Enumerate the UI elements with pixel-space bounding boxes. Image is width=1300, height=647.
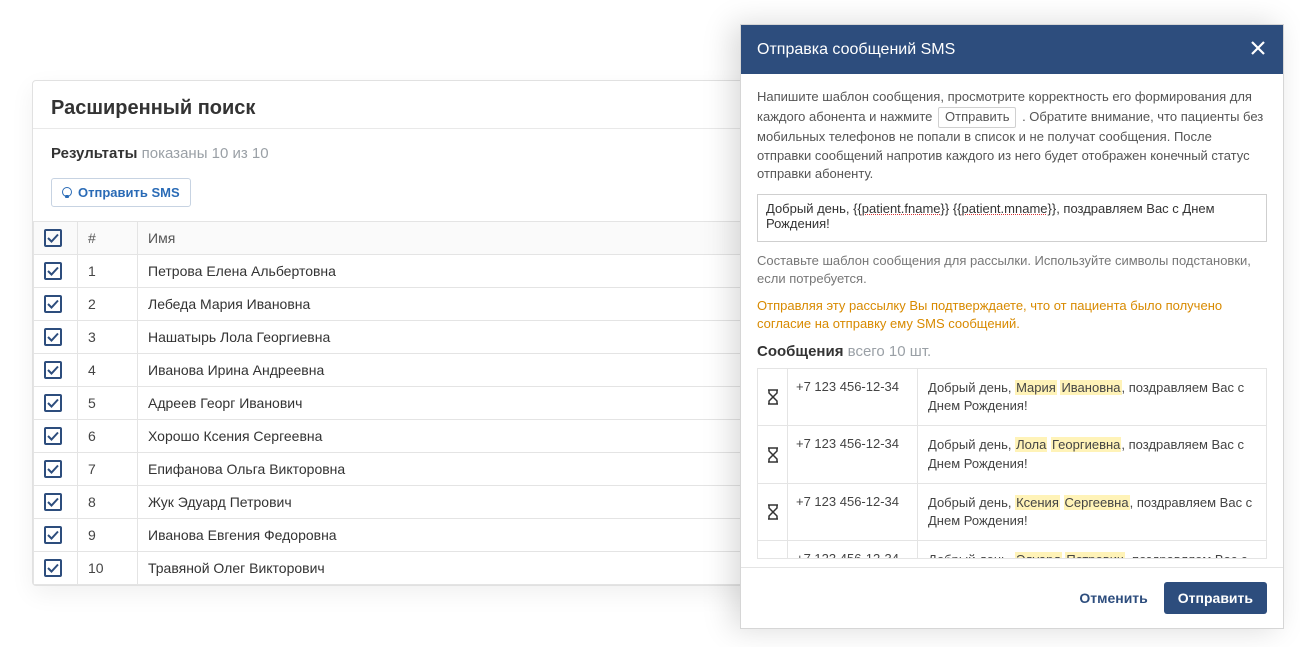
hourglass-icon (758, 484, 788, 540)
hourglass-icon (758, 369, 788, 425)
row-checkbox[interactable] (44, 394, 62, 412)
inline-send-chip: Отправить (938, 107, 1016, 128)
row-number: 3 (78, 321, 138, 354)
close-icon[interactable] (1249, 39, 1267, 60)
send-sms-label: Отправить SMS (78, 185, 180, 200)
messages-count: всего 10 шт. (848, 343, 932, 360)
row-number: 6 (78, 420, 138, 453)
messages-label: Сообщения (757, 343, 843, 360)
template-hint: Составьте шаблон сообщения для рассылки.… (757, 252, 1267, 288)
message-row: +7 123 456-12-34 Добрый день, Эдуард Пет… (758, 541, 1266, 559)
messages-list: +7 123 456-12-34 Добрый день, Мария Иван… (757, 368, 1267, 559)
consent-warning: Отправляя эту рассылку Вы подтверждаете,… (757, 297, 1267, 333)
dialog-intro: Напишите шаблон сообщения, просмотрите к… (757, 88, 1267, 184)
message-text: Добрый день, Ксения Сергеевна, поздравля… (918, 484, 1266, 540)
bulb-icon (62, 188, 72, 198)
row-checkbox[interactable] (44, 460, 62, 478)
message-phone: +7 123 456-12-34 (788, 369, 918, 425)
message-row: +7 123 456-12-34 Добрый день, Лола Георг… (758, 426, 1266, 483)
message-phone: +7 123 456-12-34 (788, 541, 918, 559)
message-text: Добрый день, Мария Ивановна, поздравляем… (918, 369, 1266, 425)
cancel-button[interactable]: Отменить (1073, 582, 1153, 614)
results-label: Результаты (51, 145, 137, 162)
select-all-checkbox[interactable] (44, 229, 62, 247)
row-number: 7 (78, 453, 138, 486)
row-checkbox[interactable] (44, 328, 62, 346)
message-phone: +7 123 456-12-34 (788, 484, 918, 540)
row-checkbox[interactable] (44, 493, 62, 511)
message-row: +7 123 456-12-34 Добрый день, Ксения Сер… (758, 484, 1266, 541)
template-input[interactable]: Добрый день, {{patient.fname}} {{patient… (757, 194, 1267, 242)
row-number: 1 (78, 255, 138, 288)
hourglass-icon (758, 541, 788, 559)
col-number: # (78, 222, 138, 255)
message-phone: +7 123 456-12-34 (788, 426, 918, 482)
row-number: 4 (78, 354, 138, 387)
row-number: 8 (78, 486, 138, 519)
row-checkbox[interactable] (44, 559, 62, 577)
row-number: 9 (78, 519, 138, 552)
row-number: 5 (78, 387, 138, 420)
submit-button[interactable]: Отправить (1164, 582, 1267, 614)
sms-dialog: Отправка сообщений SMS Напишите шаблон с… (740, 24, 1284, 629)
row-checkbox[interactable] (44, 361, 62, 379)
message-row: +7 123 456-12-34 Добрый день, Мария Иван… (758, 369, 1266, 426)
results-count: показаны 10 из 10 (142, 145, 269, 162)
message-text: Добрый день, Эдуард Петрович, поздравляе… (918, 541, 1266, 559)
row-number: 10 (78, 552, 138, 585)
row-checkbox[interactable] (44, 262, 62, 280)
dialog-title: Отправка сообщений SMS (757, 41, 955, 59)
row-number: 2 (78, 288, 138, 321)
row-checkbox[interactable] (44, 526, 62, 544)
send-sms-button[interactable]: Отправить SMS (51, 178, 191, 207)
row-checkbox[interactable] (44, 295, 62, 313)
hourglass-icon (758, 426, 788, 482)
message-text: Добрый день, Лола Георгиевна, поздравляе… (918, 426, 1266, 482)
row-checkbox[interactable] (44, 427, 62, 445)
